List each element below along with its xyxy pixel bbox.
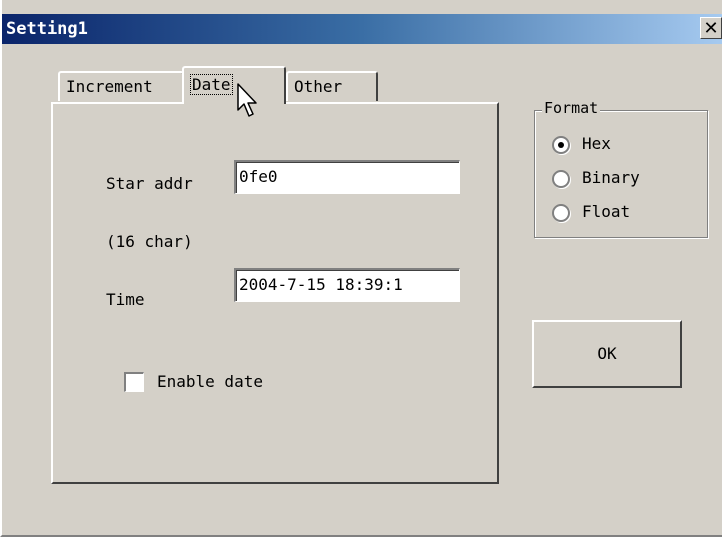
time-label: Time [106, 290, 145, 309]
radio-binary[interactable] [552, 170, 570, 188]
radio-hex-label[interactable]: Hex [582, 134, 611, 153]
arrow-cursor-icon [237, 83, 257, 117]
radio-selected-dot [558, 142, 564, 148]
radio-hex[interactable] [552, 136, 570, 154]
time-input[interactable]: 2004-7-15 18:39:1 [234, 268, 460, 302]
format-group-title: Format [542, 99, 601, 117]
ok-button[interactable]: OK [532, 320, 682, 388]
close-icon: ✕ [703, 18, 719, 39]
window-title: Setting1 [6, 19, 88, 39]
ok-button-label: OK [597, 344, 617, 363]
enable-date-label[interactable]: Enable date [157, 372, 263, 391]
title-bar: Setting1 ✕ [2, 14, 722, 44]
tab-other[interactable]: Other [286, 71, 378, 101]
tab-other-label: Other [294, 77, 343, 96]
tab-date[interactable]: Date [182, 66, 286, 104]
tab-increment[interactable]: Increment [58, 71, 184, 101]
start-addr-input[interactable]: 0fe0 [234, 160, 460, 194]
settings-dialog: Setting1 ✕ Increment Other Date Star add… [0, 0, 722, 537]
start-addr-label: Star addr [106, 174, 193, 193]
start-addr-value: 0fe0 [239, 167, 278, 186]
radio-float[interactable] [552, 204, 570, 222]
radio-float-label[interactable]: Float [582, 202, 630, 221]
time-value: 2004-7-15 18:39:1 [239, 275, 403, 294]
tab-date-label: Date [190, 74, 233, 95]
enable-date-checkbox[interactable] [124, 372, 144, 392]
char-hint-label: (16 char) [106, 232, 193, 251]
close-button[interactable]: ✕ [700, 17, 722, 39]
radio-binary-label[interactable]: Binary [582, 168, 640, 187]
tab-increment-label: Increment [66, 77, 153, 96]
